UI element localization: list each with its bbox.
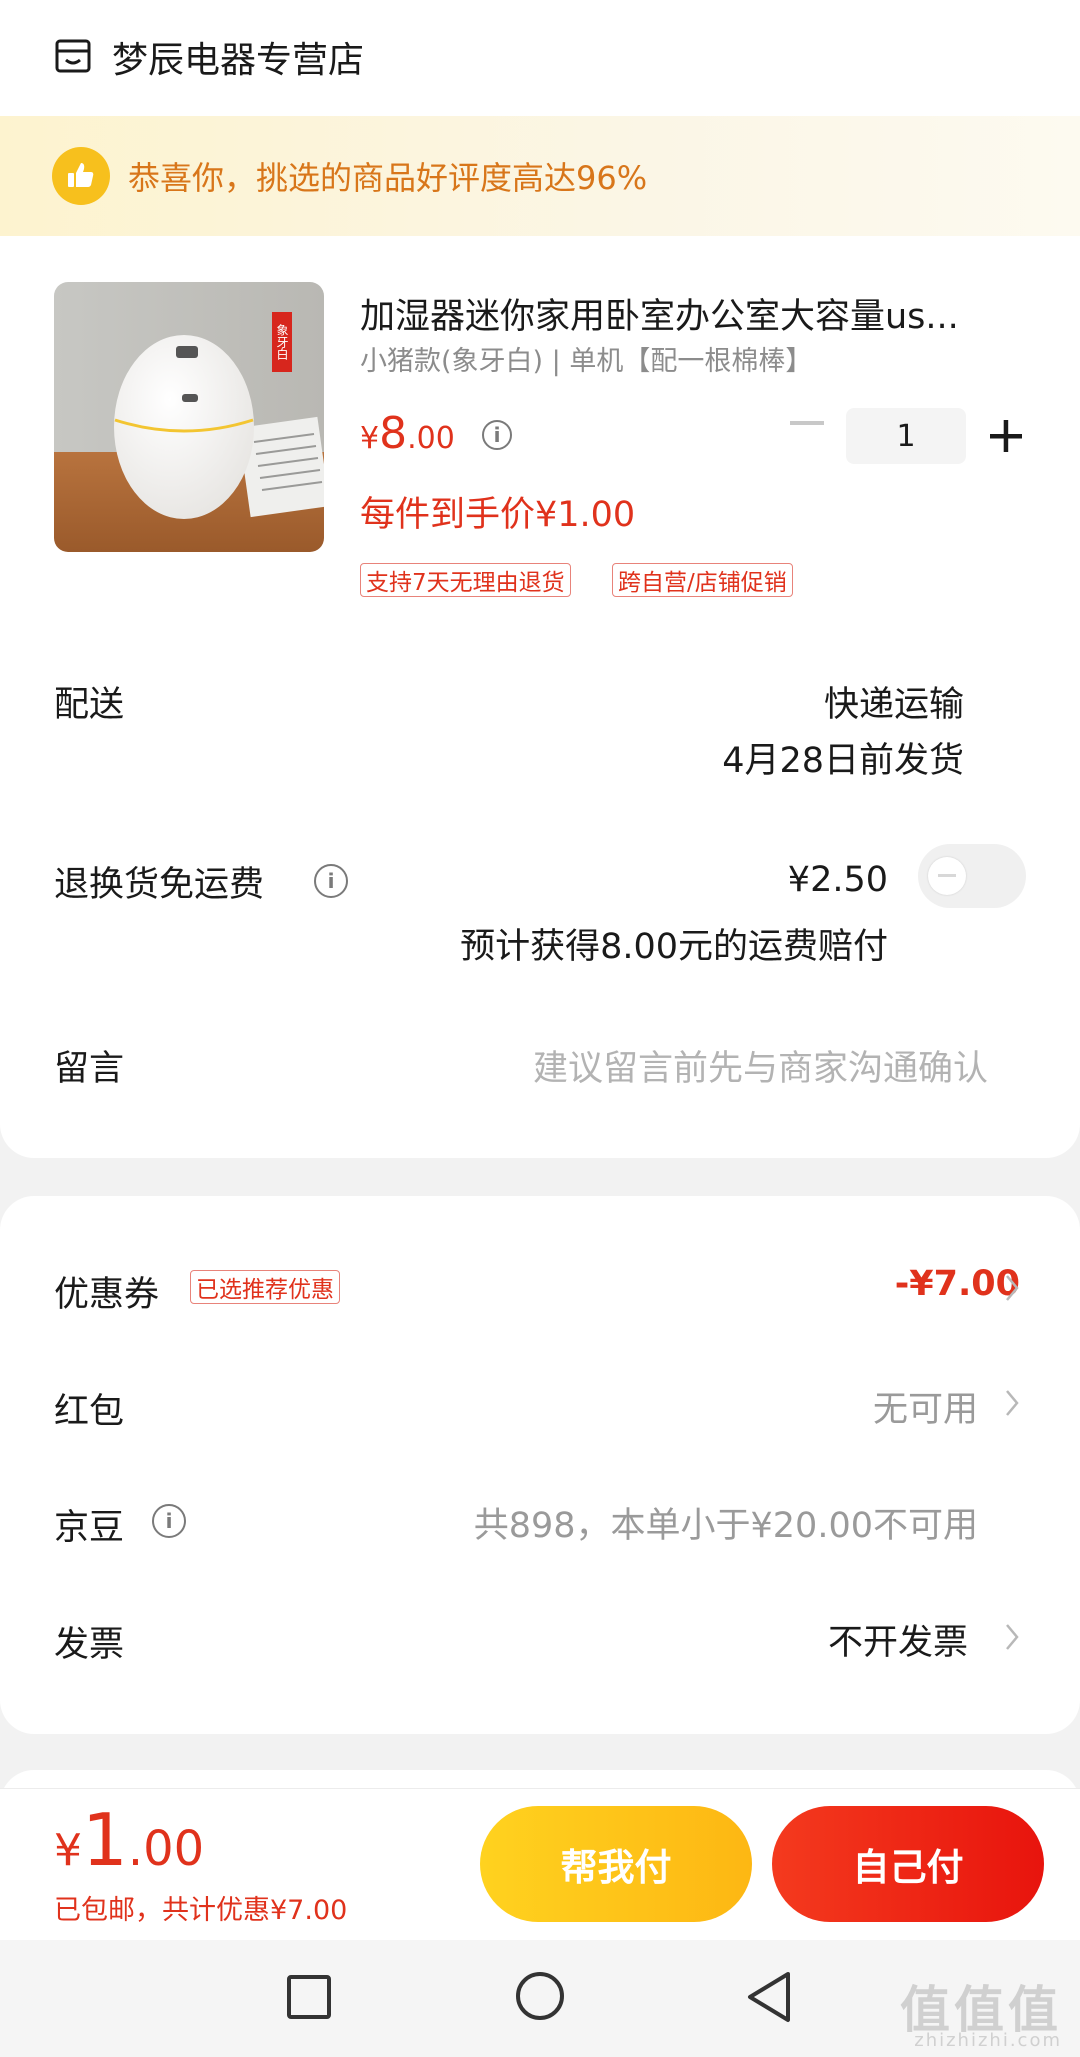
chevron-right-icon[interactable] (1004, 1388, 1020, 1418)
invoice-value[interactable]: 不开发票 (828, 1614, 968, 1665)
delivery-date: 4月28日前发货 (722, 741, 964, 781)
delivery-label: 配送 (54, 685, 125, 725)
promotion-tag: 跨自营/店铺促销 (612, 563, 793, 597)
return-shipping-label: 退换货免运费 (54, 865, 265, 905)
jingdou-info-icon[interactable]: i (152, 1504, 186, 1538)
return-shipping-info-icon[interactable]: i (314, 864, 348, 898)
product-spec[interactable]: 小猪款(象牙白) | 单机【配一根棉棒】 (360, 339, 812, 378)
thumbs-up-icon (52, 147, 110, 205)
store-name: 梦辰电器专营店 (112, 40, 365, 81)
coupon-label: 优惠券 (54, 1275, 160, 1315)
quantity-decrease-button[interactable] (790, 421, 824, 425)
toggle-knob (928, 857, 966, 895)
self-pay-button[interactable]: 自己付 (772, 1806, 1044, 1922)
back-icon[interactable] (744, 1970, 794, 2024)
quantity-increase-button[interactable] (988, 416, 1024, 456)
quantity-input[interactable]: 1 (846, 408, 966, 464)
red-packet-label: 红包 (54, 1392, 125, 1432)
help-pay-button[interactable]: 帮我付 (480, 1806, 752, 1922)
jingdou-value: 共898，本单小于¥20.00不可用 (473, 1506, 978, 1546)
invoice-label: 发票 (54, 1625, 125, 1665)
return-shipping-price: ¥2.50 (787, 860, 888, 900)
rating-banner: 恭喜你，挑选的商品好评度高达96% (0, 116, 1080, 236)
store-header[interactable]: 梦辰电器专营店 (54, 30, 364, 84)
return-shipping-note: 预计获得8.00元的运费赔付 (460, 927, 888, 967)
return-shipping-toggle[interactable] (918, 844, 1026, 908)
message-label: 留言 (54, 1049, 125, 1089)
unit-price: 每件到手价¥1.00 (360, 495, 636, 535)
image-label: 象牙白 (275, 324, 289, 360)
chevron-right-icon[interactable] (1004, 1622, 1020, 1652)
product-image[interactable]: 象牙白 (54, 282, 324, 552)
message-input[interactable]: 建议留言前先与商家沟通确认 (533, 1040, 988, 1091)
product-title[interactable]: 加湿器迷你家用卧室办公室大容量us... (360, 288, 1032, 339)
chevron-right-icon[interactable] (1004, 1273, 1020, 1303)
jingdou-label: 京豆 (54, 1508, 125, 1548)
return-policy-tag: 支持7天无理由退货 (360, 563, 571, 597)
total-price: ¥ 1 .00 (54, 1798, 205, 1882)
recent-apps-icon[interactable] (286, 1974, 332, 2020)
red-packet-value[interactable]: 无可用 (873, 1381, 978, 1432)
home-icon[interactable] (514, 1970, 566, 2022)
banner-text: 恭喜你，挑选的商品好评度高达96% (128, 159, 648, 197)
product-price: ¥ 8 .00 (360, 408, 455, 459)
watermark-url: zhizhizhi.com (914, 2030, 1062, 2051)
total-subtext: 已包邮，共计优惠¥7.00 (54, 1895, 348, 1926)
coupon-value[interactable]: -¥7.00 (895, 1264, 1020, 1304)
shop-icon (55, 39, 91, 73)
price-info-icon[interactable]: i (482, 420, 512, 450)
delivery-method[interactable]: 快递运输 (824, 676, 964, 727)
coupon-badge: 已选推荐优惠 (190, 1270, 340, 1304)
